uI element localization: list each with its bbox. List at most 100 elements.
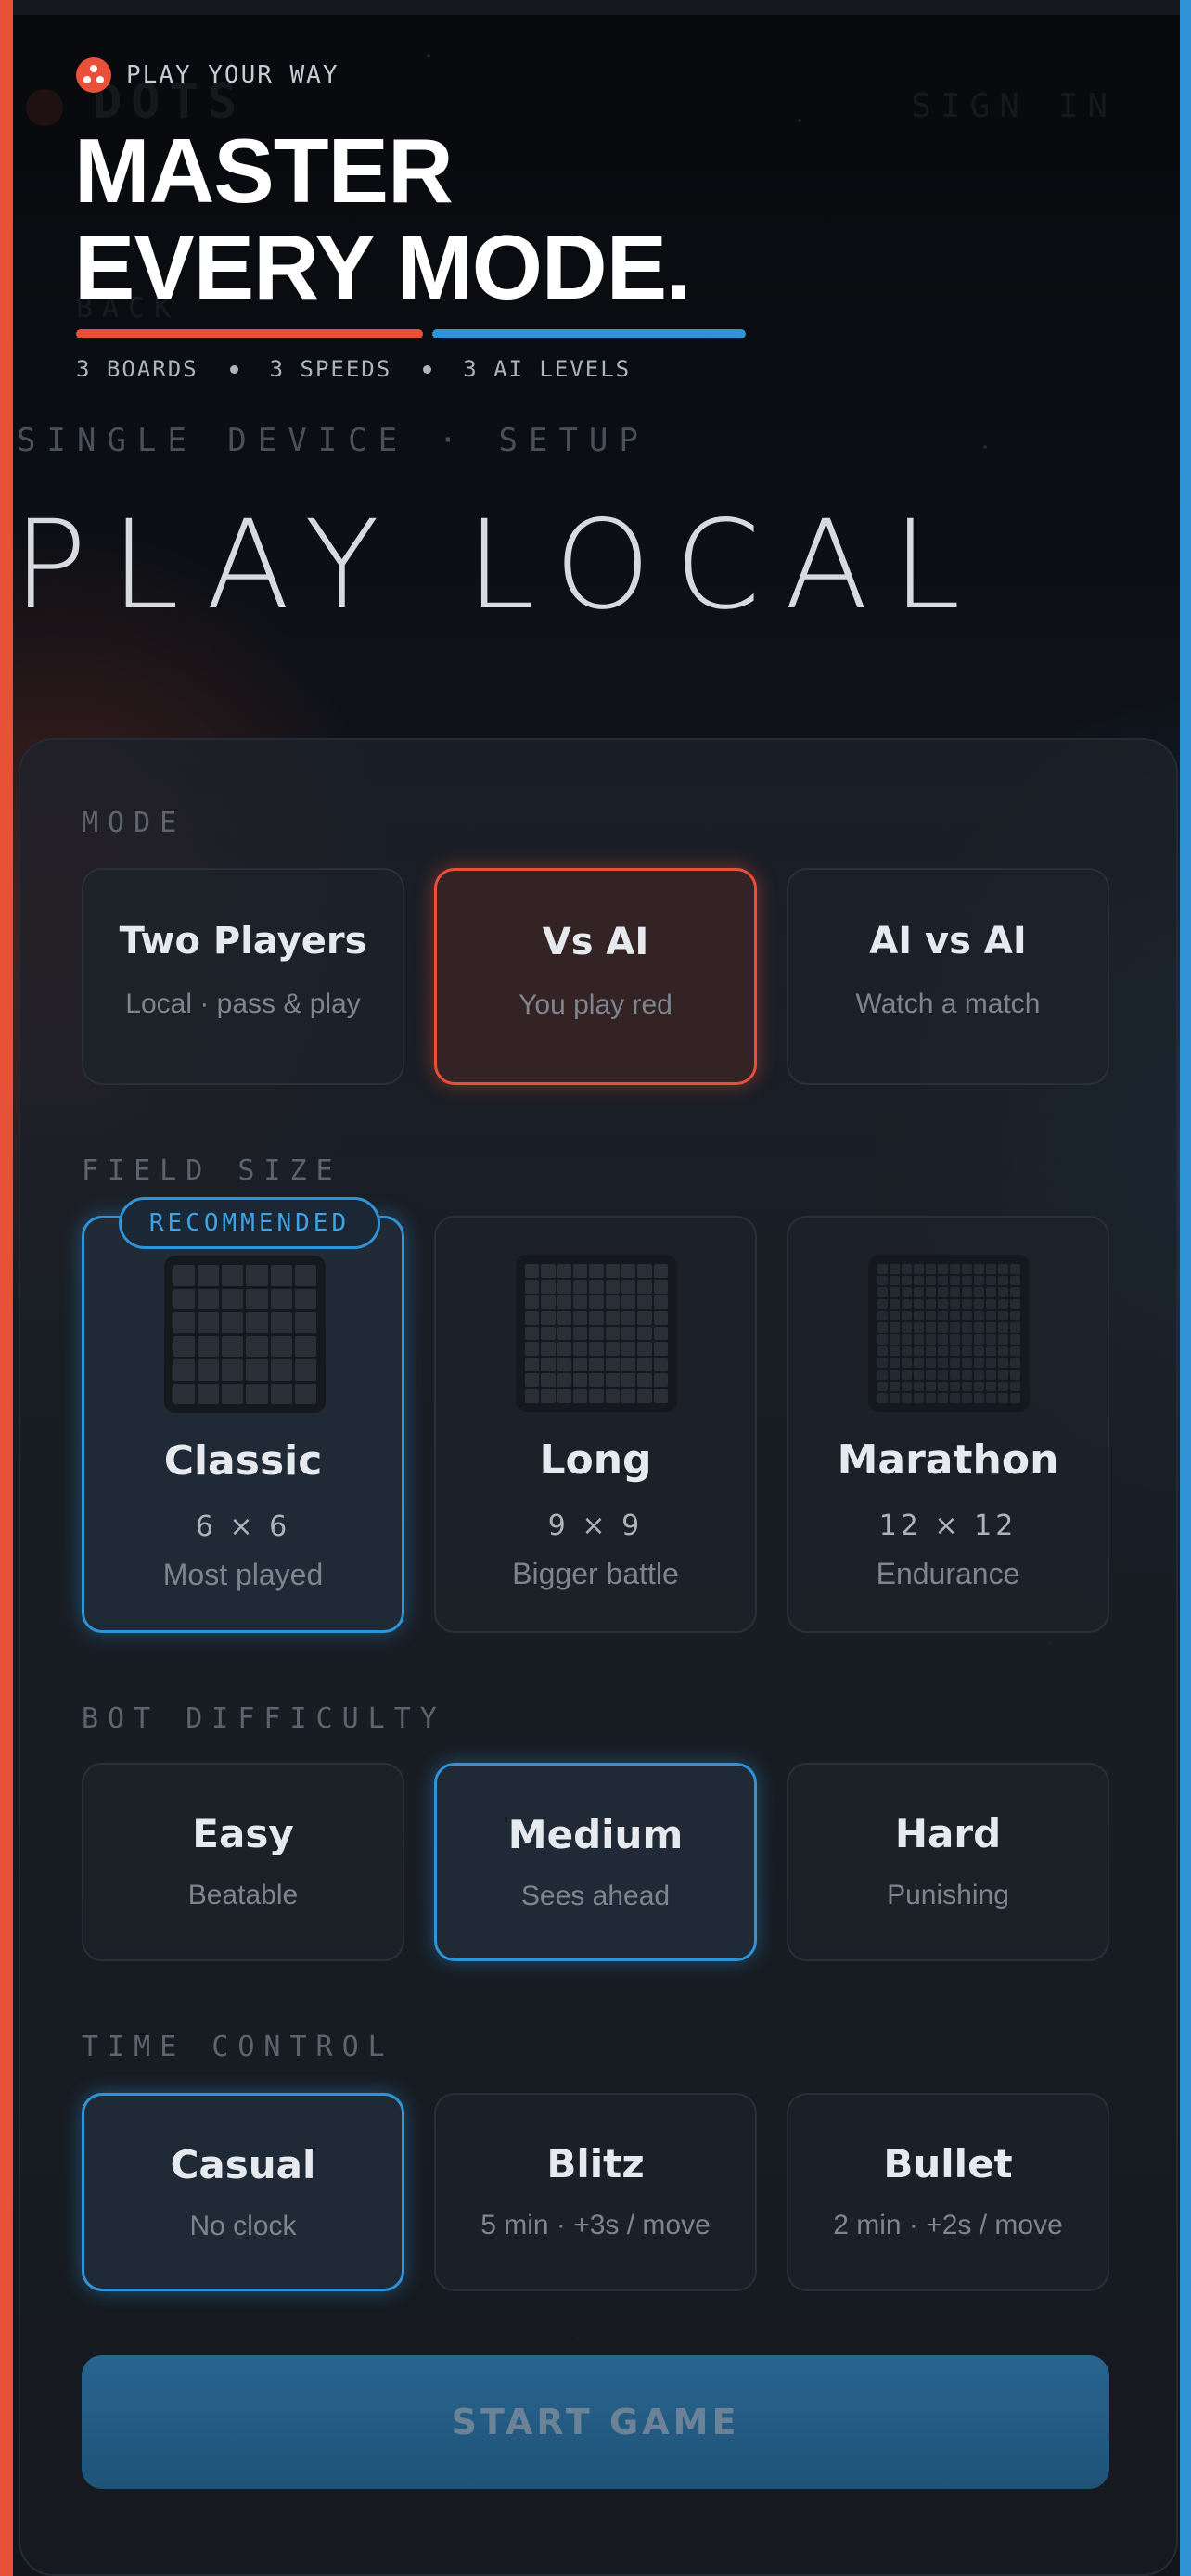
mode-ai-vs-ai[interactable]: AI vs AI Watch a match [787, 868, 1109, 1085]
field-classic[interactable]: Classic 6 × 6 Most played [82, 1216, 404, 1633]
board-cell [294, 1312, 316, 1333]
board-cell [270, 1335, 292, 1357]
board-cell [950, 1264, 960, 1274]
board-cell [653, 1358, 668, 1372]
board-cell [890, 1393, 900, 1403]
board-cell [525, 1358, 540, 1372]
field-size-label: FIELD SIZE [82, 1154, 342, 1187]
board-cell [998, 1370, 1008, 1380]
board-cell [589, 1294, 604, 1309]
board-cell [986, 1381, 996, 1392]
board-cell [572, 1326, 588, 1341]
board-cell [525, 1294, 540, 1309]
board-cell [914, 1370, 924, 1380]
board-cell [998, 1381, 1008, 1392]
board-cell [637, 1389, 652, 1403]
board-cell [974, 1393, 984, 1403]
board-cell [1010, 1370, 1020, 1380]
board-cell [902, 1345, 912, 1357]
board-cell [173, 1288, 196, 1309]
ghost-logo-dot [26, 89, 63, 126]
board-cell [1010, 1393, 1020, 1403]
field-marathon[interactable]: Marathon 12 × 12 Endurance [787, 1216, 1109, 1633]
board-cell [621, 1310, 636, 1325]
mode-title: Vs AI [542, 921, 649, 963]
difficulty-medium[interactable]: Medium Sees ahead [434, 1763, 757, 1961]
mode-title: Two Players [119, 920, 367, 963]
board-cell [541, 1279, 556, 1294]
board-cell [938, 1381, 948, 1392]
board-cell [572, 1342, 588, 1357]
board-cell [541, 1389, 556, 1403]
mode-two-players[interactable]: Two Players Local · pass & play [82, 868, 404, 1085]
board-cell [605, 1373, 620, 1388]
board-cell [557, 1373, 571, 1388]
board-cell [890, 1370, 900, 1380]
time-title: Bullet [883, 2141, 1013, 2187]
difficulty-title: Easy [192, 1811, 294, 1856]
board-cell [914, 1264, 924, 1274]
board-cell [998, 1345, 1008, 1357]
page-kicker: SINGLE DEVICE · SETUP [17, 422, 649, 459]
board-cell [950, 1334, 960, 1345]
board-cell [621, 1264, 636, 1278]
recommended-badge: RECOMMENDED [119, 1197, 380, 1249]
board-cell [589, 1264, 604, 1278]
mode-vs-ai[interactable]: Vs AI You play red [434, 868, 757, 1085]
board-cell [1010, 1264, 1020, 1274]
hero-headline: MASTER EVERY MODE. [74, 120, 691, 315]
board-cell [541, 1310, 556, 1325]
board-cell [962, 1334, 972, 1345]
board-cell [998, 1322, 1008, 1333]
board-cell [877, 1299, 888, 1309]
board-cell [914, 1381, 924, 1392]
board-cell [198, 1383, 220, 1404]
board-cell [222, 1288, 244, 1309]
board-cell [926, 1287, 936, 1297]
board-cell [962, 1345, 972, 1357]
board-cell [877, 1310, 888, 1321]
board-cell [270, 1288, 292, 1309]
board-cell [986, 1322, 996, 1333]
board-cell [974, 1358, 984, 1368]
time-bullet[interactable]: Bullet 2 min · +2s / move [787, 2093, 1109, 2291]
time-blitz[interactable]: Blitz 5 min · +3s / move [434, 2093, 757, 2291]
board-cell [572, 1358, 588, 1372]
start-game-button[interactable]: START GAME [82, 2355, 1109, 2489]
board-cell [974, 1299, 984, 1309]
board-cell [962, 1310, 972, 1321]
board-cell [986, 1287, 996, 1297]
board-cell [572, 1373, 588, 1388]
board-cell [962, 1275, 972, 1286]
board-cell [890, 1310, 900, 1321]
brand-tag: PLAY YOUR WAY [76, 57, 339, 93]
red-underline [76, 329, 423, 338]
board-cell [541, 1342, 556, 1357]
board-cell [173, 1335, 196, 1357]
board-cell [914, 1299, 924, 1309]
board-cell [998, 1275, 1008, 1286]
board-cell [986, 1310, 996, 1321]
board-cell [962, 1287, 972, 1297]
sign-in-link[interactable]: SIGN IN [911, 87, 1117, 125]
board-cell [1010, 1358, 1020, 1368]
board-cell [294, 1383, 316, 1404]
board-cell [877, 1381, 888, 1392]
hero-line-1: MASTER [74, 120, 454, 222]
board-cell [998, 1393, 1008, 1403]
board-cell [246, 1383, 268, 1404]
board-cell [605, 1342, 620, 1357]
board-cell [222, 1359, 244, 1381]
field-long[interactable]: Long 9 × 9 Bigger battle [434, 1216, 757, 1633]
time-casual[interactable]: Casual No clock [82, 2093, 404, 2291]
difficulty-title: Medium [507, 1812, 684, 1857]
board-cell [914, 1287, 924, 1297]
board-cell [173, 1265, 196, 1286]
difficulty-easy[interactable]: Easy Beatable [82, 1763, 404, 1961]
board-cell [986, 1334, 996, 1345]
board-cell [589, 1358, 604, 1372]
difficulty-hard[interactable]: Hard Punishing [787, 1763, 1109, 1961]
board-cell [605, 1264, 620, 1278]
board-cell [621, 1326, 636, 1341]
page-title: PLAY LOCAL [13, 494, 985, 637]
